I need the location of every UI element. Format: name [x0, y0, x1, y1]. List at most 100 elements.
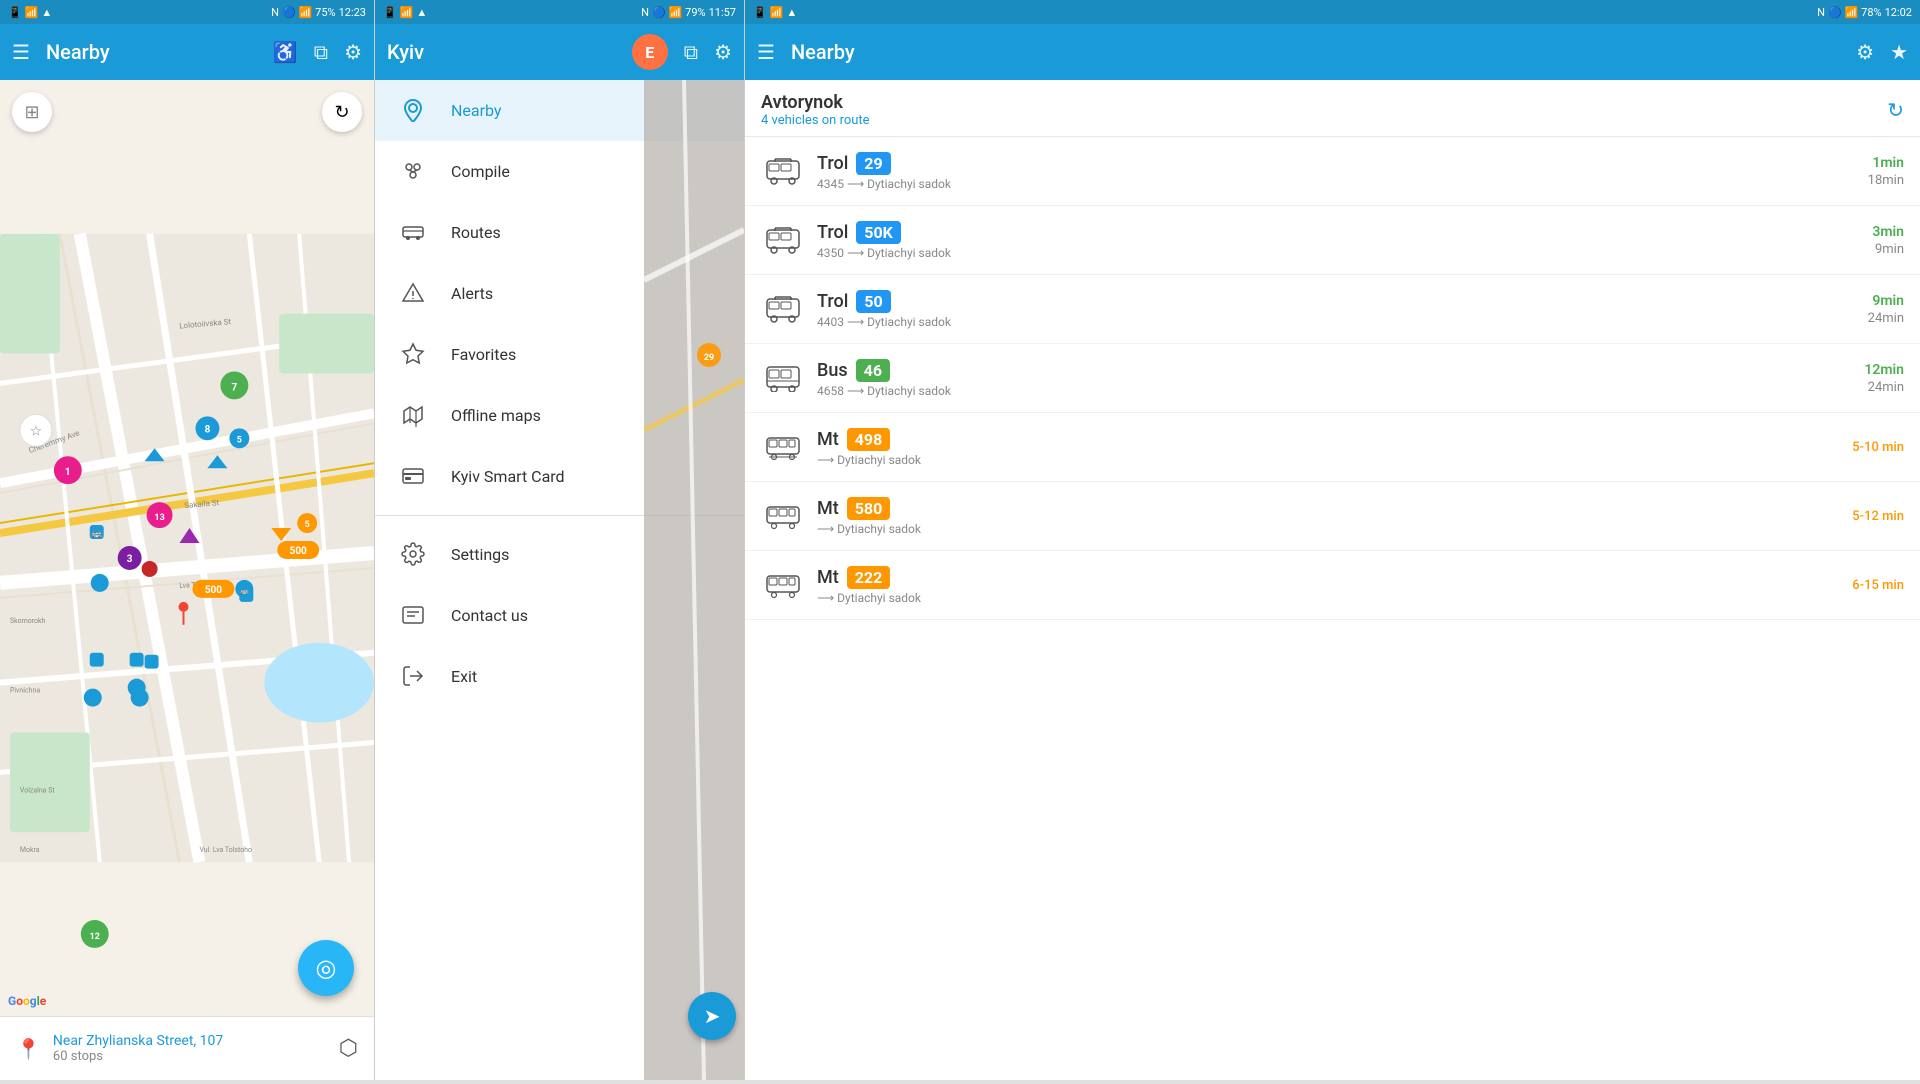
transit-stop-header: Avtorynok 4 vehicles on route ↻ [745, 80, 1920, 137]
panel-transit: 📱 📶 ▲ N 🔵 📶 78% 12:02 ☰ Nearby ⚙ ★ Avtor… [745, 0, 1920, 1080]
map-layers-button[interactable]: ⊞ [12, 92, 52, 132]
time1-46: 12min [1864, 362, 1904, 378]
menu-item-exit[interactable]: Exit [375, 646, 744, 707]
menu-icon-transit[interactable]: ☰ [757, 40, 775, 64]
wifi-icon: 📶 [25, 6, 39, 19]
menu-icon[interactable]: ☰ [12, 40, 30, 64]
time-label: 12:02 [1885, 6, 1912, 19]
compile-label: Compile [451, 162, 510, 181]
svg-text:☆: ☆ [30, 423, 43, 439]
status-bar-right: N 🔵 📶 75% 12:23 [271, 6, 366, 19]
transit-item-mt-498[interactable]: Mt 498 ⟶ Dytiachyi sadok 5-10 min [745, 413, 1920, 482]
svg-text:Volzalna St: Volzalna St [20, 786, 55, 794]
route-icon[interactable]: ⬡ [339, 1036, 358, 1061]
svg-text:8: 8 [205, 424, 211, 435]
filter-icon-transit[interactable]: ⚙ [1856, 40, 1874, 64]
transit-item-mt-222[interactable]: Mt 222 ⟶ Dytiachyi sadok 6-15 min [745, 551, 1920, 620]
svg-text:Pivnichna: Pivnichna [10, 687, 40, 695]
menu-item-smart-card[interactable]: Kyiv Smart Card [375, 446, 744, 507]
bluetooth-icon: 🔵 [652, 6, 666, 19]
filter-icon[interactable]: ⚙ [344, 40, 362, 64]
star-icon-transit[interactable]: ★ [1890, 40, 1908, 64]
status-right: N 🔵 📶 78% 12:02 [1817, 6, 1912, 19]
map-svg: Lolotoiivska St Cheremmy Ave Sakaila St … [0, 80, 374, 1016]
layers-icon[interactable]: ⧉ [314, 40, 328, 64]
offline-maps-label: Offline maps [451, 406, 541, 425]
menu-item-contact[interactable]: Contact us [375, 585, 744, 646]
transit-info-498: Mt 498 ⟶ Dytiachyi sadok [817, 428, 1840, 467]
nearby-label: Nearby [451, 101, 502, 120]
transit-info-29: Trol 29 4345 ⟶ Dytiachyi sadok [817, 152, 1856, 191]
menu-item-favorites[interactable]: Favorites [375, 324, 744, 385]
transit-item-trol-50k[interactable]: Trol 50K 4350 ⟶ Dytiachyi sadok 3min 9mi… [745, 206, 1920, 275]
contact-label: Contact us [451, 606, 528, 625]
layers-icon-menu[interactable]: ⧉ [684, 40, 698, 64]
stop-name: Avtorynok [761, 92, 870, 113]
vehicle-type-29: Trol [817, 153, 848, 174]
time2-50: 24min [1868, 311, 1904, 326]
status-right: N 🔵 📶 79% 11:57 [641, 6, 736, 19]
status-left: 📱 📶 ▲ [383, 6, 427, 19]
route-badge-29: 29 [856, 152, 890, 175]
map-container[interactable]: Lolotoiivska St Cheremmy Ave Sakaila St … [0, 80, 374, 1016]
exit-icon [399, 662, 427, 690]
minibus-icon-498 [761, 425, 805, 469]
transit-times-498: 5-10 min [1852, 440, 1904, 455]
stops-count: 60 stops [53, 1049, 327, 1064]
menu-divider [375, 515, 744, 516]
menu-item-routes[interactable]: Routes [375, 202, 744, 263]
favorites-icon [399, 340, 427, 368]
filter-icon-menu[interactable]: ⚙ [714, 40, 732, 64]
menu-item-alerts[interactable]: Alerts [375, 263, 744, 324]
offline-maps-icon [399, 401, 427, 429]
route-line-498: Mt 498 [817, 428, 1840, 451]
routes-icon [399, 218, 427, 246]
transit-times-50k: 3min 9min [1872, 224, 1904, 257]
transit-times-29: 1min 18min [1868, 155, 1904, 188]
route-line-50: Trol 50 [817, 290, 1856, 313]
route-badge-498: 498 [847, 428, 891, 451]
menu-item-nearby[interactable]: Nearby [375, 80, 744, 141]
app-bar-transit: ☰ Nearby ⚙ ★ [745, 24, 1920, 80]
time1-50k: 3min [1872, 224, 1904, 240]
time-range-580: 5-12 min [1852, 509, 1904, 524]
alerts-icon [399, 279, 427, 307]
alerts-label: Alerts [451, 284, 493, 303]
destination-50k: 4350 ⟶ Dytiachyi sadok [817, 246, 1860, 260]
user-avatar[interactable]: E [632, 34, 668, 70]
status-bar-menu: 📱 📶 ▲ N 🔵 📶 79% 11:57 [375, 0, 744, 24]
settings-icon [399, 540, 427, 568]
app-bar-menu: Kyiv E ⧉ ⚙ [375, 24, 744, 80]
routes-label: Routes [451, 223, 501, 242]
location-fab[interactable]: ◎ [298, 940, 354, 996]
svg-text:Mokra: Mokra [20, 846, 40, 854]
map-refresh-button[interactable]: ↻ [322, 92, 362, 132]
map-location-info: Near Zhylianska Street, 107 60 stops [53, 1033, 327, 1064]
transit-item-mt-580[interactable]: Mt 580 ⟶ Dytiachyi sadok 5-12 min [745, 482, 1920, 551]
transit-item-bus-46[interactable]: Bus 46 4658 ⟶ Dytiachyi sadok 12min 24mi… [745, 344, 1920, 413]
destination-50: 4403 ⟶ Dytiachyi sadok [817, 315, 1856, 329]
svg-text:3: 3 [127, 554, 133, 565]
status-left: 📱 📶 ▲ [753, 6, 797, 19]
stop-info: Avtorynok 4 vehicles on route [761, 92, 870, 128]
accessibility-icon[interactable]: ♿ [273, 40, 298, 64]
route-badge-580: 580 [847, 497, 891, 520]
page-title-transit: Nearby [791, 40, 1840, 64]
transit-refresh-button[interactable]: ↻ [1887, 98, 1904, 122]
refresh-icon: ↻ [334, 102, 349, 123]
city-title: Kyiv [387, 40, 616, 64]
app-bar-map: ☰ Nearby ♿ ⧉ ⚙ [0, 24, 374, 80]
transit-item-trol-29[interactable]: Trol 29 4345 ⟶ Dytiachyi sadok 1min 18mi… [745, 137, 1920, 206]
svg-text:Skomorokh: Skomorokh [10, 617, 46, 625]
menu-item-offline-maps[interactable]: Offline maps [375, 385, 744, 446]
menu-item-compile[interactable]: Compile [375, 141, 744, 202]
street-name: Zhylianska Street, 107 [86, 1033, 223, 1049]
panel-map: 📱 📶 ▲ N 🔵 📶 75% 12:23 ☰ Nearby ♿ ⧉ ⚙ [0, 0, 375, 1080]
svg-text:13: 13 [154, 513, 164, 523]
menu-item-settings[interactable]: Settings [375, 524, 744, 585]
destination-222: ⟶ Dytiachyi sadok [817, 591, 1840, 605]
transit-item-trol-50[interactable]: Trol 50 4403 ⟶ Dytiachyi sadok 9min 24mi… [745, 275, 1920, 344]
route-badge-50: 50 [856, 290, 890, 313]
battery-label: 📶 75% [299, 6, 336, 19]
map-bottom-bar[interactable]: 📍 Near Zhylianska Street, 107 60 stops ⬡ [0, 1016, 374, 1080]
